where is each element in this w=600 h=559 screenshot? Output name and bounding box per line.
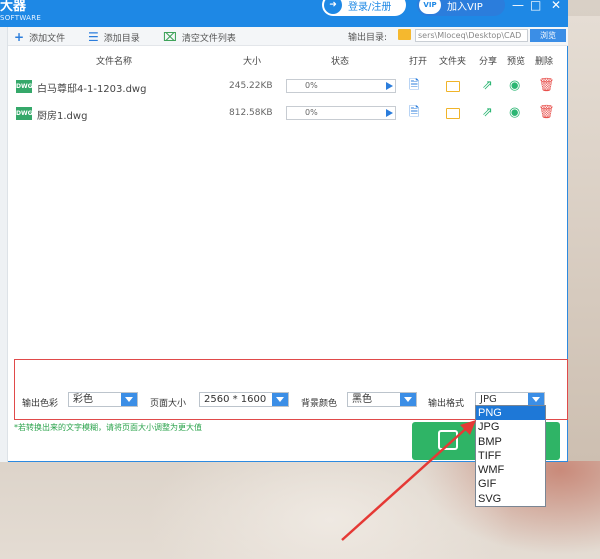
folder-icon bbox=[398, 29, 411, 40]
progress-bar: 0% bbox=[286, 106, 396, 120]
table-row[interactable]: DWG 白马尊邸4-1-1203.dwg 245.22KB 0% 🗎 ⇗ ◉ 🗑 bbox=[10, 76, 560, 98]
delete-trash-icon[interactable]: 🗑 bbox=[538, 78, 555, 94]
delete-trash-icon[interactable]: 🗑 bbox=[538, 105, 555, 121]
plus-icon: + bbox=[14, 30, 25, 44]
col-header-folder: 文件夹 bbox=[439, 57, 467, 67]
clear-list-label: 清空文件列表 bbox=[181, 33, 236, 44]
login-arrow-icon: ➜ bbox=[324, 0, 342, 14]
minimize-button[interactable]: — bbox=[512, 0, 524, 12]
progress-text: 0% bbox=[305, 81, 318, 90]
progress-text: 0% bbox=[305, 108, 318, 117]
format-option-wmf[interactable]: WMF bbox=[476, 463, 545, 477]
format-option-png[interactable]: PNG bbox=[476, 406, 545, 421]
desktop-background-strip bbox=[568, 16, 600, 461]
open-file-icon[interactable]: 🗎 bbox=[409, 78, 419, 94]
login-label: 登录/注册 bbox=[348, 1, 392, 13]
vip-icon: VIP bbox=[419, 0, 441, 14]
format-option-svg[interactable]: SVG bbox=[476, 492, 545, 506]
table-row[interactable]: DWG 厨房1.dwg 812.58KB 0% 🗎 ⇗ ◉ 🗑 bbox=[10, 103, 560, 125]
open-file-icon[interactable]: 🗎 bbox=[409, 105, 419, 121]
chevron-down-icon bbox=[400, 393, 416, 406]
share-icon[interactable]: ⇗ bbox=[482, 78, 493, 94]
close-button[interactable]: ✕ bbox=[551, 0, 561, 12]
login-button[interactable]: ➜ 登录/注册 bbox=[322, 0, 406, 16]
left-sidebar-strip bbox=[0, 27, 8, 462]
open-folder-icon[interactable] bbox=[446, 108, 460, 119]
page-size-select[interactable]: 2560 * 1600 bbox=[199, 392, 289, 407]
bg-color-select[interactable]: 黑色 bbox=[347, 392, 417, 407]
bg-color-label: 背景颜色 bbox=[301, 399, 338, 409]
col-header-size: 大小 bbox=[243, 57, 262, 67]
progress-bar: 0% bbox=[286, 79, 396, 93]
col-header-delete: 删除 bbox=[535, 57, 554, 67]
format-option-tiff[interactable]: TIFF bbox=[476, 449, 545, 463]
file-size: 245.22KB bbox=[229, 81, 273, 91]
play-icon[interactable] bbox=[386, 109, 393, 117]
broom-icon: ⌧ bbox=[163, 30, 177, 44]
col-header-open: 打开 bbox=[409, 57, 428, 67]
share-icon[interactable]: ⇗ bbox=[482, 105, 493, 121]
format-option-gif[interactable]: GIF bbox=[476, 477, 545, 491]
output-color-select[interactable]: 彩色 bbox=[68, 392, 138, 407]
output-dir-label: 输出目录: bbox=[348, 33, 388, 43]
brand-subtitle: SOFTWARE bbox=[0, 14, 42, 22]
add-file-label: 添加文件 bbox=[29, 33, 66, 44]
title-bar: 大器 SOFTWARE ➜ 登录/注册 VIP 加入VIP — □ ✕ bbox=[0, 0, 568, 27]
add-file-button[interactable]: + 添加文件 bbox=[14, 30, 65, 44]
col-header-share: 分享 bbox=[479, 57, 498, 67]
browse-button[interactable]: 浏览 bbox=[530, 29, 566, 42]
page-size-value: 2560 * 1600 bbox=[204, 394, 267, 405]
list-icon: ☰ bbox=[88, 30, 99, 44]
brand-name: 大器 bbox=[0, 0, 27, 14]
col-header-filename: 文件名称 bbox=[96, 57, 133, 67]
preview-eye-icon[interactable]: ◉ bbox=[509, 105, 520, 121]
col-header-preview: 预览 bbox=[507, 57, 526, 67]
format-option-bmp[interactable]: BMP bbox=[476, 435, 545, 449]
maximize-button[interactable]: □ bbox=[530, 0, 541, 12]
file-name: 厨房1.dwg bbox=[37, 111, 88, 122]
chevron-down-icon bbox=[272, 393, 288, 406]
toolbar: + 添加文件 ☰ 添加目录 ⌧ 清空文件列表 输出目录: sers\Mloceq… bbox=[8, 27, 568, 46]
bg-color-value: 黑色 bbox=[352, 394, 372, 405]
output-format-value: JPG bbox=[480, 394, 497, 405]
file-name: 白马尊邸4-1-1203.dwg bbox=[37, 84, 147, 95]
dwg-file-icon: DWG bbox=[16, 107, 33, 120]
add-folder-button[interactable]: ☰ 添加目录 bbox=[88, 30, 140, 44]
vip-label: 加入VIP bbox=[447, 1, 483, 13]
play-icon[interactable] bbox=[386, 82, 393, 90]
format-option-jpg[interactable]: JPG bbox=[476, 420, 545, 434]
format-dropdown-list: PNG JPG BMP TIFF WMF GIF SVG bbox=[475, 405, 546, 507]
dwg-file-icon: DWG bbox=[16, 80, 33, 93]
add-folder-label: 添加目录 bbox=[103, 33, 140, 44]
page-size-label: 页面大小 bbox=[150, 399, 187, 409]
col-header-status: 状态 bbox=[331, 57, 350, 67]
convert-icon bbox=[438, 430, 458, 450]
file-size: 812.58KB bbox=[229, 108, 273, 118]
output-color-label: 输出色彩 bbox=[22, 399, 59, 409]
output-format-label: 输出格式 bbox=[428, 399, 465, 409]
output-path-field[interactable]: sers\Mloceq\Desktop\CAD bbox=[415, 29, 528, 42]
join-vip-button[interactable]: VIP 加入VIP bbox=[417, 0, 505, 16]
preview-eye-icon[interactable]: ◉ bbox=[509, 78, 520, 94]
app-window: 大器 SOFTWARE ➜ 登录/注册 VIP 加入VIP — □ ✕ + 添加… bbox=[0, 0, 568, 462]
chevron-down-icon bbox=[121, 393, 137, 406]
hint-text: *若转换出来的文字模糊，请将页面大小调整为更大值 bbox=[14, 423, 202, 432]
output-color-value: 彩色 bbox=[73, 394, 93, 405]
clear-list-button[interactable]: ⌧ 清空文件列表 bbox=[163, 30, 236, 44]
open-folder-icon[interactable] bbox=[446, 81, 460, 92]
